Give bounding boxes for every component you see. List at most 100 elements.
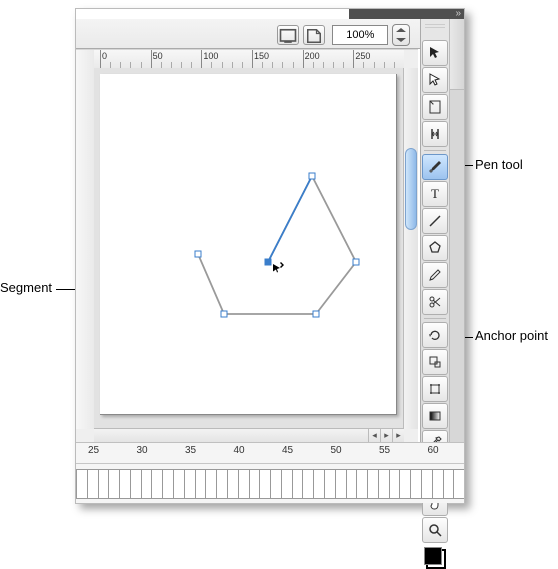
page-tool[interactable] bbox=[422, 94, 448, 120]
horizontal-scrollbar[interactable]: ◂ ▸ ▸ bbox=[94, 428, 404, 443]
page-thumb[interactable] bbox=[87, 469, 98, 499]
page-thumb[interactable] bbox=[453, 469, 464, 499]
page-thumb[interactable] bbox=[443, 469, 454, 499]
page-thumb[interactable] bbox=[302, 469, 313, 499]
page-thumb[interactable] bbox=[173, 469, 184, 499]
zoom-field[interactable]: 100% bbox=[332, 25, 388, 45]
page-thumb[interactable] bbox=[281, 469, 292, 499]
vertical-ruler[interactable] bbox=[76, 50, 95, 429]
zoom-stepper[interactable] bbox=[392, 24, 410, 46]
screen-mode-button[interactable] bbox=[277, 25, 299, 45]
selection-tool[interactable] bbox=[422, 40, 448, 66]
page-thumb[interactable] bbox=[410, 469, 421, 499]
page-thumb[interactable] bbox=[76, 469, 87, 499]
screen-mode-icon bbox=[278, 26, 298, 46]
free-transform-tool[interactable] bbox=[422, 376, 448, 402]
page-thumb[interactable] bbox=[227, 469, 238, 499]
anchor-point[interactable] bbox=[353, 259, 359, 265]
scroll-end-icon[interactable]: ▸ bbox=[392, 429, 404, 443]
page-thumb[interactable] bbox=[238, 469, 249, 499]
anchor-point[interactable] bbox=[265, 259, 271, 265]
callout-pen-tool: Pen tool bbox=[475, 157, 523, 172]
scroll-right-icon[interactable]: ▸ bbox=[380, 429, 392, 443]
tool-separator bbox=[424, 150, 446, 151]
page-thumb[interactable] bbox=[389, 469, 400, 499]
pages-ruler[interactable]: 2530354045505560 bbox=[76, 443, 464, 464]
control-bar: 100% bbox=[76, 19, 464, 49]
page-thumb[interactable] bbox=[151, 469, 162, 499]
scale-tool[interactable] bbox=[422, 349, 448, 375]
pages-ruler-label: 40 bbox=[234, 445, 245, 456]
page-thumb[interactable] bbox=[184, 469, 195, 499]
gap-tool[interactable] bbox=[422, 121, 448, 147]
ruler-tick-label: 150 bbox=[254, 51, 269, 61]
horizontal-ruler[interactable]: 050100150200250 bbox=[94, 50, 404, 69]
page-thumb[interactable] bbox=[162, 469, 173, 499]
pages-ruler-label: 55 bbox=[379, 445, 390, 456]
page-thumb[interactable] bbox=[346, 469, 357, 499]
pages-ruler-label: 30 bbox=[137, 445, 148, 456]
page-thumbnails[interactable] bbox=[76, 464, 464, 504]
page-thumb[interactable] bbox=[324, 469, 335, 499]
document-page[interactable] bbox=[100, 74, 397, 415]
shape-tool[interactable] bbox=[422, 235, 448, 261]
page-thumb[interactable] bbox=[195, 469, 206, 499]
tool-separator bbox=[424, 318, 446, 319]
pages-strip: 2530354045505560 bbox=[76, 442, 464, 503]
page-thumb[interactable] bbox=[356, 469, 367, 499]
page-thumb[interactable] bbox=[421, 469, 432, 499]
pasteboard[interactable] bbox=[94, 68, 404, 429]
anchor-point[interactable] bbox=[309, 173, 315, 179]
page-thumb[interactable] bbox=[216, 469, 227, 499]
panel-grip[interactable] bbox=[425, 22, 445, 32]
page-thumb[interactable] bbox=[249, 469, 260, 499]
page-thumb[interactable] bbox=[292, 469, 303, 499]
vertical-scrollbar[interactable] bbox=[403, 68, 418, 429]
document-area: 050100150200250 ◂ ▸ ▸ bbox=[76, 49, 418, 443]
export-button[interactable] bbox=[303, 25, 325, 45]
page-thumb[interactable] bbox=[205, 469, 216, 499]
anchor-point[interactable] bbox=[313, 311, 319, 317]
anchor-point[interactable] bbox=[195, 251, 201, 257]
pages-ruler-label: 35 bbox=[185, 445, 196, 456]
page-thumb[interactable] bbox=[270, 469, 281, 499]
fill-stroke-swatch[interactable] bbox=[424, 547, 446, 569]
page-thumb[interactable] bbox=[335, 469, 346, 499]
line-tool[interactable] bbox=[422, 208, 448, 234]
page-thumb[interactable] bbox=[367, 469, 378, 499]
expand-panels-icon[interactable]: » bbox=[455, 10, 461, 18]
pages-ruler-label: 50 bbox=[331, 445, 342, 456]
pen-tool[interactable] bbox=[422, 154, 448, 180]
pencil-tool[interactable] bbox=[422, 262, 448, 288]
page-thumb[interactable] bbox=[141, 469, 152, 499]
scissors-tool[interactable] bbox=[422, 289, 448, 315]
gradient-tool[interactable] bbox=[422, 403, 448, 429]
ruler-tick-label: 100 bbox=[203, 51, 218, 61]
page-thumb[interactable] bbox=[259, 469, 270, 499]
scroll-left-icon[interactable]: ◂ bbox=[368, 429, 380, 443]
vector-path[interactable] bbox=[100, 74, 396, 414]
page-thumb[interactable] bbox=[119, 469, 130, 499]
page-thumb[interactable] bbox=[313, 469, 324, 499]
callout-anchor-point: Anchor point bbox=[475, 328, 548, 343]
zoom-tool[interactable] bbox=[422, 517, 448, 543]
ruler-tick-label: 250 bbox=[355, 51, 370, 61]
page-thumb[interactable] bbox=[432, 469, 443, 499]
vertical-scroll-thumb[interactable] bbox=[405, 148, 417, 230]
ruler-tick-label: 50 bbox=[153, 51, 163, 61]
page-thumb[interactable] bbox=[98, 469, 109, 499]
page-thumb[interactable] bbox=[130, 469, 141, 499]
rotate-tool[interactable] bbox=[422, 322, 448, 348]
pages-ruler-label: 45 bbox=[282, 445, 293, 456]
ruler-tick-label: 0 bbox=[102, 51, 107, 61]
direct-selection-tool[interactable] bbox=[422, 67, 448, 93]
page-thumb[interactable] bbox=[108, 469, 119, 499]
callout-segment: Segment bbox=[0, 280, 52, 295]
page-thumb[interactable] bbox=[399, 469, 410, 499]
pages-ruler-label: 25 bbox=[88, 445, 99, 456]
type-tool[interactable]: T bbox=[422, 181, 448, 207]
app-window: » 100% 050100150200250 bbox=[75, 8, 465, 504]
anchor-point[interactable] bbox=[221, 311, 227, 317]
page-thumb[interactable] bbox=[378, 469, 389, 499]
panel-dock-stubs[interactable] bbox=[449, 19, 464, 443]
